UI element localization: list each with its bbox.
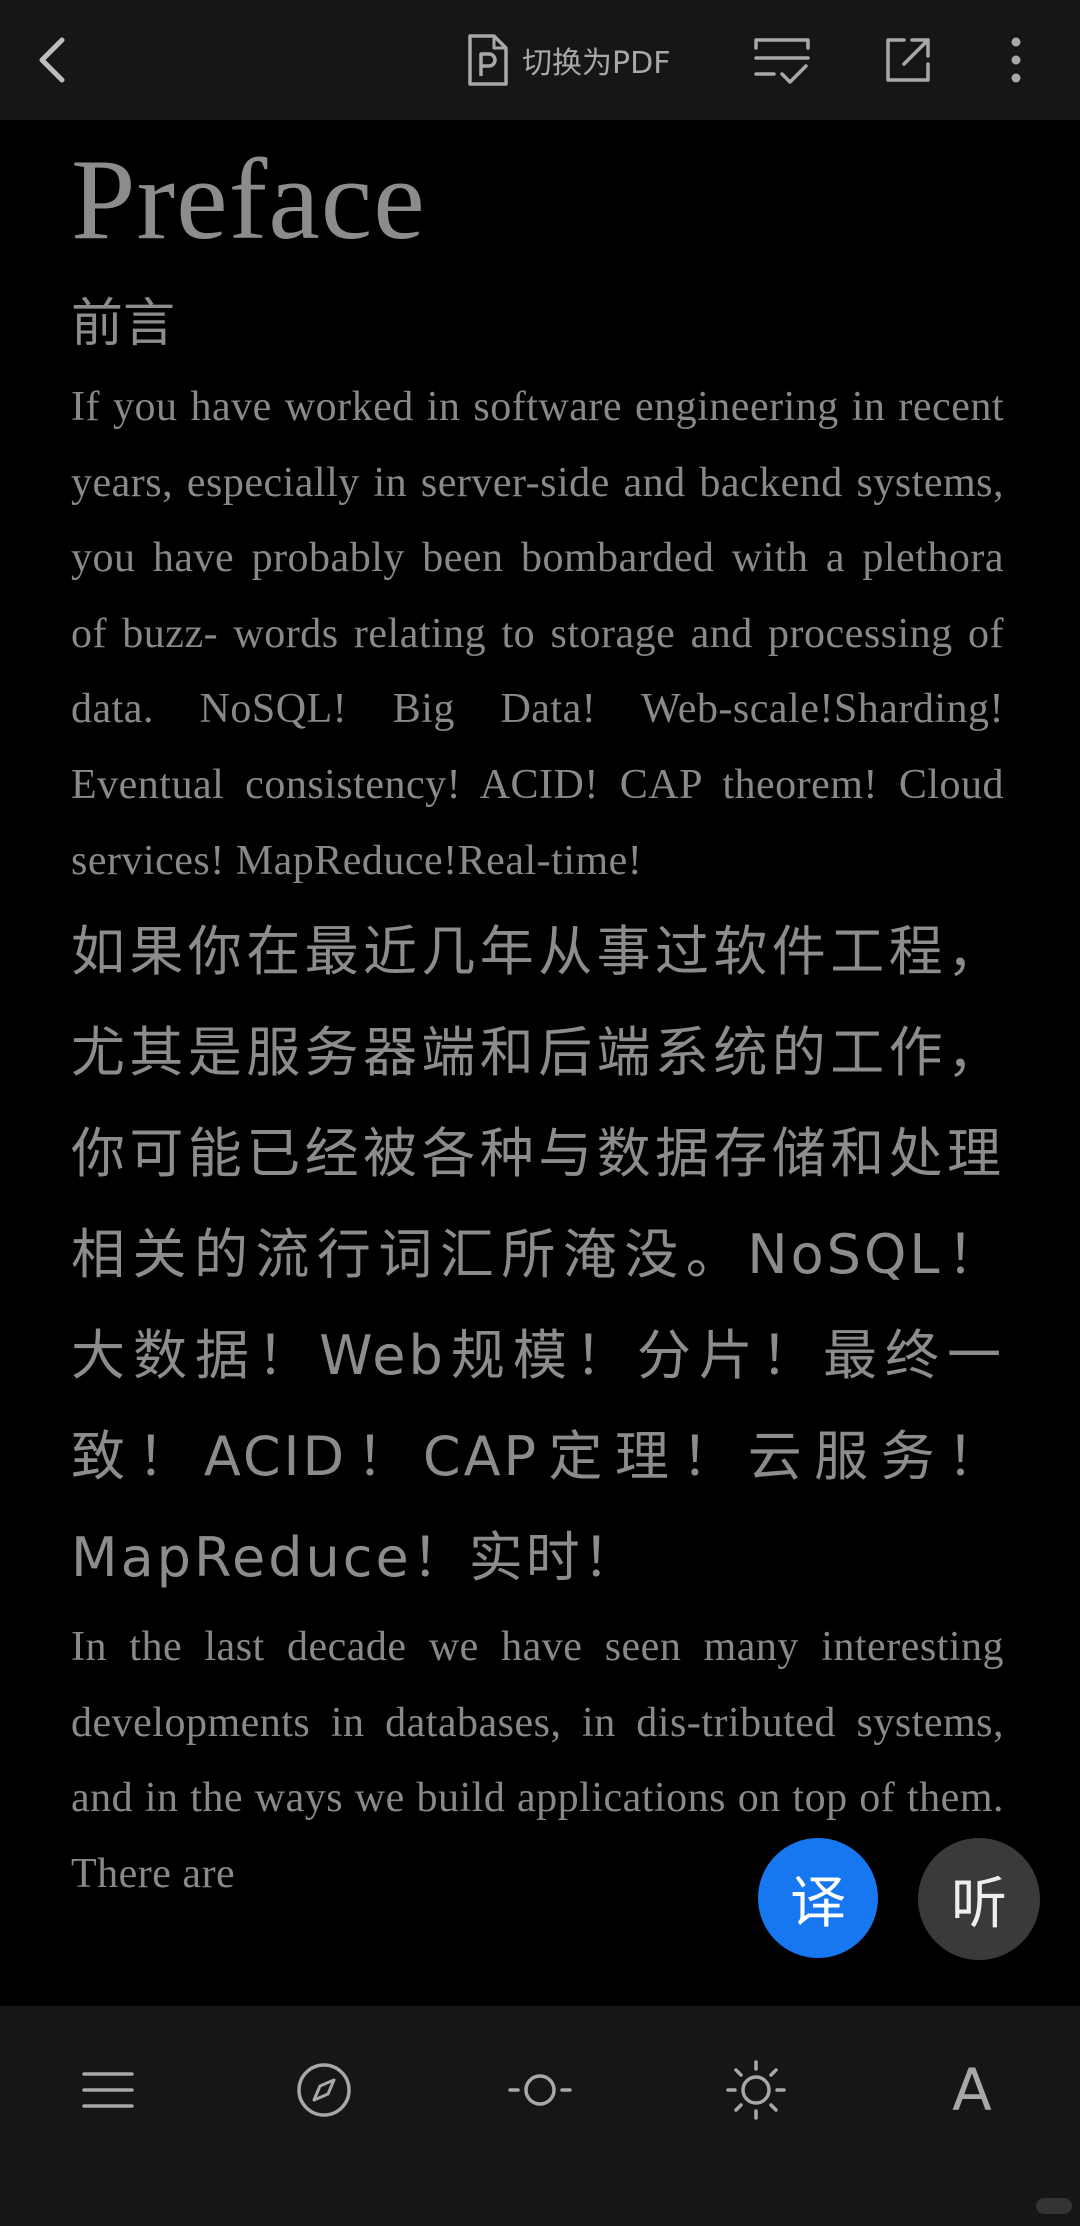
progress-icon — [508, 2074, 572, 2106]
brightness-button[interactable] — [716, 2050, 796, 2130]
top-toolbar: 切换为PDF — [0, 0, 1080, 120]
share-icon — [886, 38, 930, 82]
paragraph-en-1: If you have worked in software engineeri… — [71, 384, 1004, 884]
paragraph-zh-1: 如果你在最近几年从事过软件工程，尤其是服务器端和后端系统的工作，你可能已经被各种… — [71, 920, 1004, 1590]
translate-label: 译 — [790, 1870, 846, 1936]
bottom-toolbar: A — [0, 2006, 1080, 2226]
brightness-icon — [726, 2060, 786, 2120]
translate-button[interactable]: 译 — [758, 1838, 878, 1958]
font-settings-button[interactable]: A — [932, 2050, 1012, 2130]
more-button[interactable] — [986, 30, 1046, 90]
compass-icon — [297, 2063, 351, 2117]
back-button[interactable] — [22, 30, 82, 90]
notes-icon — [754, 38, 810, 84]
share-button[interactable] — [878, 30, 938, 90]
chapter-title-zh: 前言 — [71, 294, 176, 354]
font-icon: A — [952, 2056, 992, 2124]
switch-to-pdf-label: 切换为PDF — [522, 46, 671, 81]
watermark — [1036, 2198, 1072, 2214]
more-icon — [1011, 37, 1021, 83]
progress-button[interactable] — [500, 2050, 580, 2130]
menu-icon — [82, 2072, 134, 2108]
table-of-contents-button[interactable] — [68, 2050, 148, 2130]
chapter-title-en: Preface — [71, 136, 426, 264]
back-icon — [39, 37, 65, 83]
switch-to-pdf-button[interactable]: 切换为PDF — [464, 32, 670, 88]
notes-button[interactable] — [752, 30, 812, 90]
listen-label: 听 — [951, 1871, 1007, 1937]
explore-button[interactable] — [284, 2050, 364, 2130]
listen-button[interactable]: 听 — [918, 1838, 1040, 1960]
reading-content: Preface 前言 If you have worked in softwar… — [71, 120, 1004, 2006]
pdf-file-icon — [468, 34, 508, 86]
